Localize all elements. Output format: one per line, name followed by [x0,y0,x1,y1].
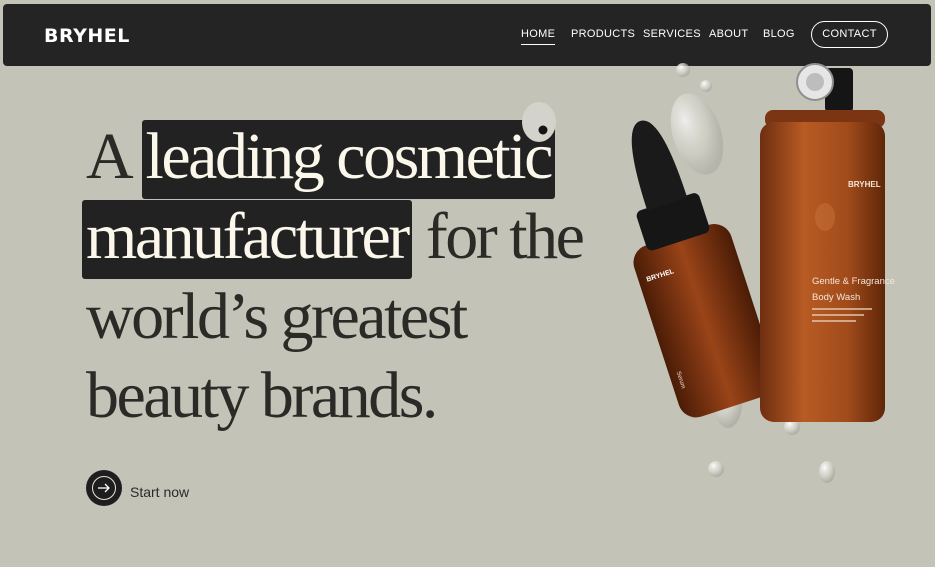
water-bubble [819,461,835,483]
water-bubble [676,63,690,77]
brand-logo[interactable]: BRYHEL [44,25,130,47]
hero-line-1: A leading cosmetic [86,120,555,199]
floating-drop [522,102,556,142]
hero-line-3: world’s greatest [86,280,468,353]
navbar: BRYHEL HOME PRODUCTS SERVICES ABOUT BLOG… [3,4,931,66]
nav-about[interactable]: ABOUT [709,28,748,40]
water-bubble [700,80,712,92]
bottle-brand: BRYHEL [848,180,881,189]
water-bubble [708,461,724,477]
start-now-label[interactable]: Start now [130,484,189,500]
hero-highlight-1: leading cosmetic [141,120,555,199]
nav-home[interactable]: HOME [521,28,556,45]
hero-line-4: beauty brands. [86,359,438,432]
floating-drop-dot [538,125,548,135]
contact-button[interactable]: CONTACT [811,21,888,48]
bottle-title-line-2: Body Wash [812,292,860,303]
hero-line-1-prefix: A [86,120,130,193]
nav-products[interactable]: PRODUCTS [571,28,635,40]
bottle-title-line-1: Gentle & Fragrance [812,276,895,287]
arrow-right-icon [98,483,110,493]
nav-blog[interactable]: BLOG [763,28,795,40]
product-image: BRYHEL Serum BRYHEL Gentle & Fragrance B… [522,63,895,483]
pump-bottle: BRYHEL Gentle & Fragrance Body Wash [760,63,895,422]
hero-highlight-2: manufacturer [82,200,412,279]
start-now-button[interactable] [86,470,122,506]
nav-services[interactable]: SERVICES [643,28,701,40]
